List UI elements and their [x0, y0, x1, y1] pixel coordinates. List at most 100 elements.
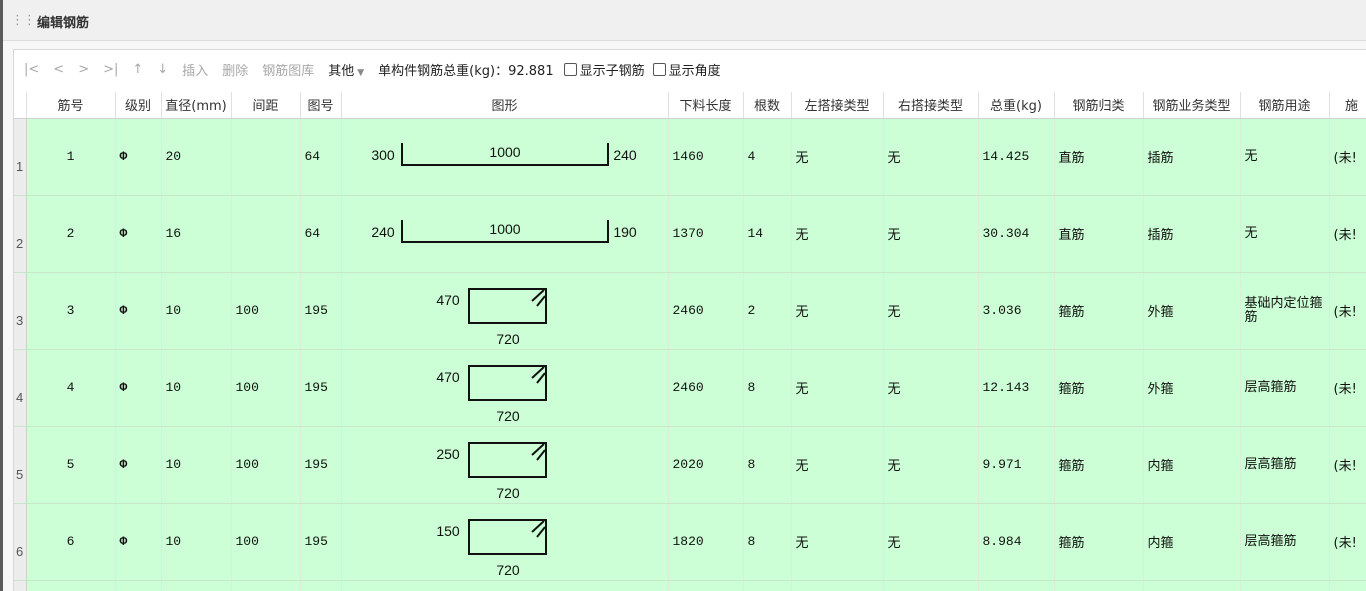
cell-right-lap[interactable]: [883, 580, 979, 591]
cell-spacing[interactable]: [231, 580, 301, 591]
row-index[interactable]: [14, 580, 27, 591]
table-row[interactable]: 1 1 Φ 20 64 300 1000 240 1460 4 无无 14.425 直筋 插筋无 (未!: [14, 118, 1366, 196]
cell-left-lap[interactable]: 无: [791, 195, 884, 273]
cell-diameter[interactable]: 10: [161, 426, 232, 504]
rebar-library-button[interactable]: 钢筋图库: [262, 60, 314, 79]
cell-cut-length[interactable]: 2020: [668, 426, 744, 504]
cell-grade[interactable]: [115, 580, 162, 591]
row-index[interactable]: 1: [14, 118, 27, 196]
cell-right-lap[interactable]: 无: [883, 349, 979, 427]
cell-total-weight[interactable]: 8.984: [978, 503, 1055, 581]
cell-bar-no[interactable]: 1: [26, 118, 116, 196]
delete-button[interactable]: 删除: [222, 60, 248, 79]
cell-grade[interactable]: Φ: [115, 426, 162, 504]
cell-category[interactable]: [1054, 580, 1144, 591]
cell-usage[interactable]: 层高箍筋: [1240, 503, 1330, 581]
cell-count[interactable]: 8: [743, 503, 792, 581]
row-index[interactable]: 4: [14, 349, 27, 427]
cell-bar-no[interactable]: 2: [26, 195, 116, 273]
cell-spacing[interactable]: [231, 195, 301, 273]
cell-usage[interactable]: 无: [1240, 118, 1330, 196]
cell-grade[interactable]: Φ: [115, 272, 162, 350]
cell-extra[interactable]: [1329, 580, 1366, 591]
column-header-count[interactable]: 根数: [743, 92, 792, 119]
cell-usage[interactable]: 基础内定位箍筋: [1240, 272, 1330, 350]
cell-count[interactable]: 8: [743, 426, 792, 504]
table-row[interactable]: 4 4 Φ 10 100 195 470 720 2460 8 无无 12.143 箍筋 外箍 层高箍筋 (未…: [14, 349, 1366, 427]
move-up-button[interactable]: ↑: [132, 62, 143, 77]
cell-extra[interactable]: (未!: [1329, 272, 1366, 350]
prev-record-button[interactable]: <: [53, 62, 64, 77]
table-row[interactable]: [14, 580, 1366, 591]
cell-spacing[interactable]: 100: [231, 349, 301, 427]
cell-business-type[interactable]: 内箍: [1143, 426, 1241, 504]
cell-left-lap[interactable]: 无: [791, 349, 884, 427]
column-header-business-type[interactable]: 钢筋业务类型: [1143, 92, 1241, 119]
insert-button[interactable]: 插入: [182, 60, 208, 79]
cell-bar-no[interactable]: [26, 580, 116, 591]
cell-left-lap[interactable]: 无: [791, 272, 884, 350]
cell-total-weight[interactable]: 30.304: [978, 195, 1055, 273]
cell-count[interactable]: 2: [743, 272, 792, 350]
cell-category[interactable]: 箍筋: [1054, 349, 1144, 427]
cell-business-type[interactable]: 插筋: [1143, 195, 1241, 273]
column-header-usage[interactable]: 钢筋用途: [1240, 92, 1330, 119]
cell-cut-length[interactable]: 2460: [668, 272, 744, 350]
cell-diameter[interactable]: 16: [161, 195, 232, 273]
cell-cut-length[interactable]: 1820: [668, 503, 744, 581]
row-index[interactable]: 2: [14, 195, 27, 273]
show-sub-rebar-checkbox[interactable]: 显示子钢筋: [563, 60, 645, 79]
cell-category[interactable]: 直筋: [1054, 118, 1144, 196]
cell-right-lap[interactable]: 无: [883, 118, 979, 196]
cell-right-lap[interactable]: 无: [883, 195, 979, 273]
cell-bar-no[interactable]: 3: [26, 272, 116, 350]
cell-category[interactable]: 箍筋: [1054, 272, 1144, 350]
cell-shape[interactable]: 470 720: [341, 272, 669, 350]
cell-left-lap[interactable]: 无: [791, 118, 884, 196]
show-angle-checkbox[interactable]: 显示角度: [652, 60, 721, 79]
cell-diameter[interactable]: 20: [161, 118, 232, 196]
cell-bar-no[interactable]: 6: [26, 503, 116, 581]
column-header-right-lap[interactable]: 右搭接类型: [883, 92, 979, 119]
column-header-total-weight[interactable]: 总重(kg): [978, 92, 1055, 119]
cell-shape[interactable]: 300 1000 240: [341, 118, 669, 196]
cell-shape[interactable]: 470 720: [341, 349, 669, 427]
cell-business-type[interactable]: [1143, 580, 1241, 591]
cell-spacing[interactable]: 100: [231, 503, 301, 581]
cell-category[interactable]: 箍筋: [1054, 503, 1144, 581]
cell-spacing[interactable]: [231, 118, 301, 196]
cell-shape-no[interactable]: 195: [300, 426, 342, 504]
cell-cut-length[interactable]: [668, 580, 744, 591]
cell-spacing[interactable]: 100: [231, 426, 301, 504]
cell-shape-no[interactable]: 64: [300, 118, 342, 196]
cell-extra[interactable]: (未!: [1329, 195, 1366, 273]
cell-cut-length[interactable]: 2460: [668, 349, 744, 427]
cell-total-weight[interactable]: 9.971: [978, 426, 1055, 504]
next-record-button[interactable]: >: [78, 62, 89, 77]
cell-cut-length[interactable]: 1370: [668, 195, 744, 273]
cell-usage[interactable]: [1240, 580, 1330, 591]
cell-business-type[interactable]: 内箍: [1143, 503, 1241, 581]
table-row[interactable]: 2 2 Φ 16 64 240 1000 190 1370 14 无无 30.304 直筋 插筋无 (未!: [14, 195, 1366, 273]
cell-left-lap[interactable]: 无: [791, 426, 884, 504]
cell-shape-no[interactable]: [300, 580, 342, 591]
last-record-button[interactable]: >|: [103, 62, 118, 77]
column-header-grade[interactable]: 级别: [115, 92, 162, 119]
cell-total-weight[interactable]: 3.036: [978, 272, 1055, 350]
column-header-category[interactable]: 钢筋归类: [1054, 92, 1144, 119]
cell-grade[interactable]: Φ: [115, 503, 162, 581]
cell-shape-no[interactable]: 195: [300, 349, 342, 427]
cell-diameter[interactable]: [161, 580, 232, 591]
row-index[interactable]: 3: [14, 272, 27, 350]
cell-shape[interactable]: 250 720: [341, 426, 669, 504]
column-header-diameter[interactable]: 直径(mm): [161, 92, 232, 119]
cell-left-lap[interactable]: [791, 580, 884, 591]
drag-grip-icon[interactable]: ⋮⋮: [11, 13, 36, 29]
cell-total-weight[interactable]: [978, 580, 1055, 591]
column-header-cut-length[interactable]: 下料长度: [668, 92, 744, 119]
first-record-button[interactable]: |<: [24, 62, 39, 77]
cell-bar-no[interactable]: 4: [26, 349, 116, 427]
table-row[interactable]: 6 6 Φ 10 100 195 150 720 1820 8 无无 8.984 箍筋 内箍 层高箍筋 (未!: [14, 503, 1366, 581]
cell-shape-no[interactable]: 195: [300, 503, 342, 581]
cell-business-type[interactable]: 插筋: [1143, 118, 1241, 196]
